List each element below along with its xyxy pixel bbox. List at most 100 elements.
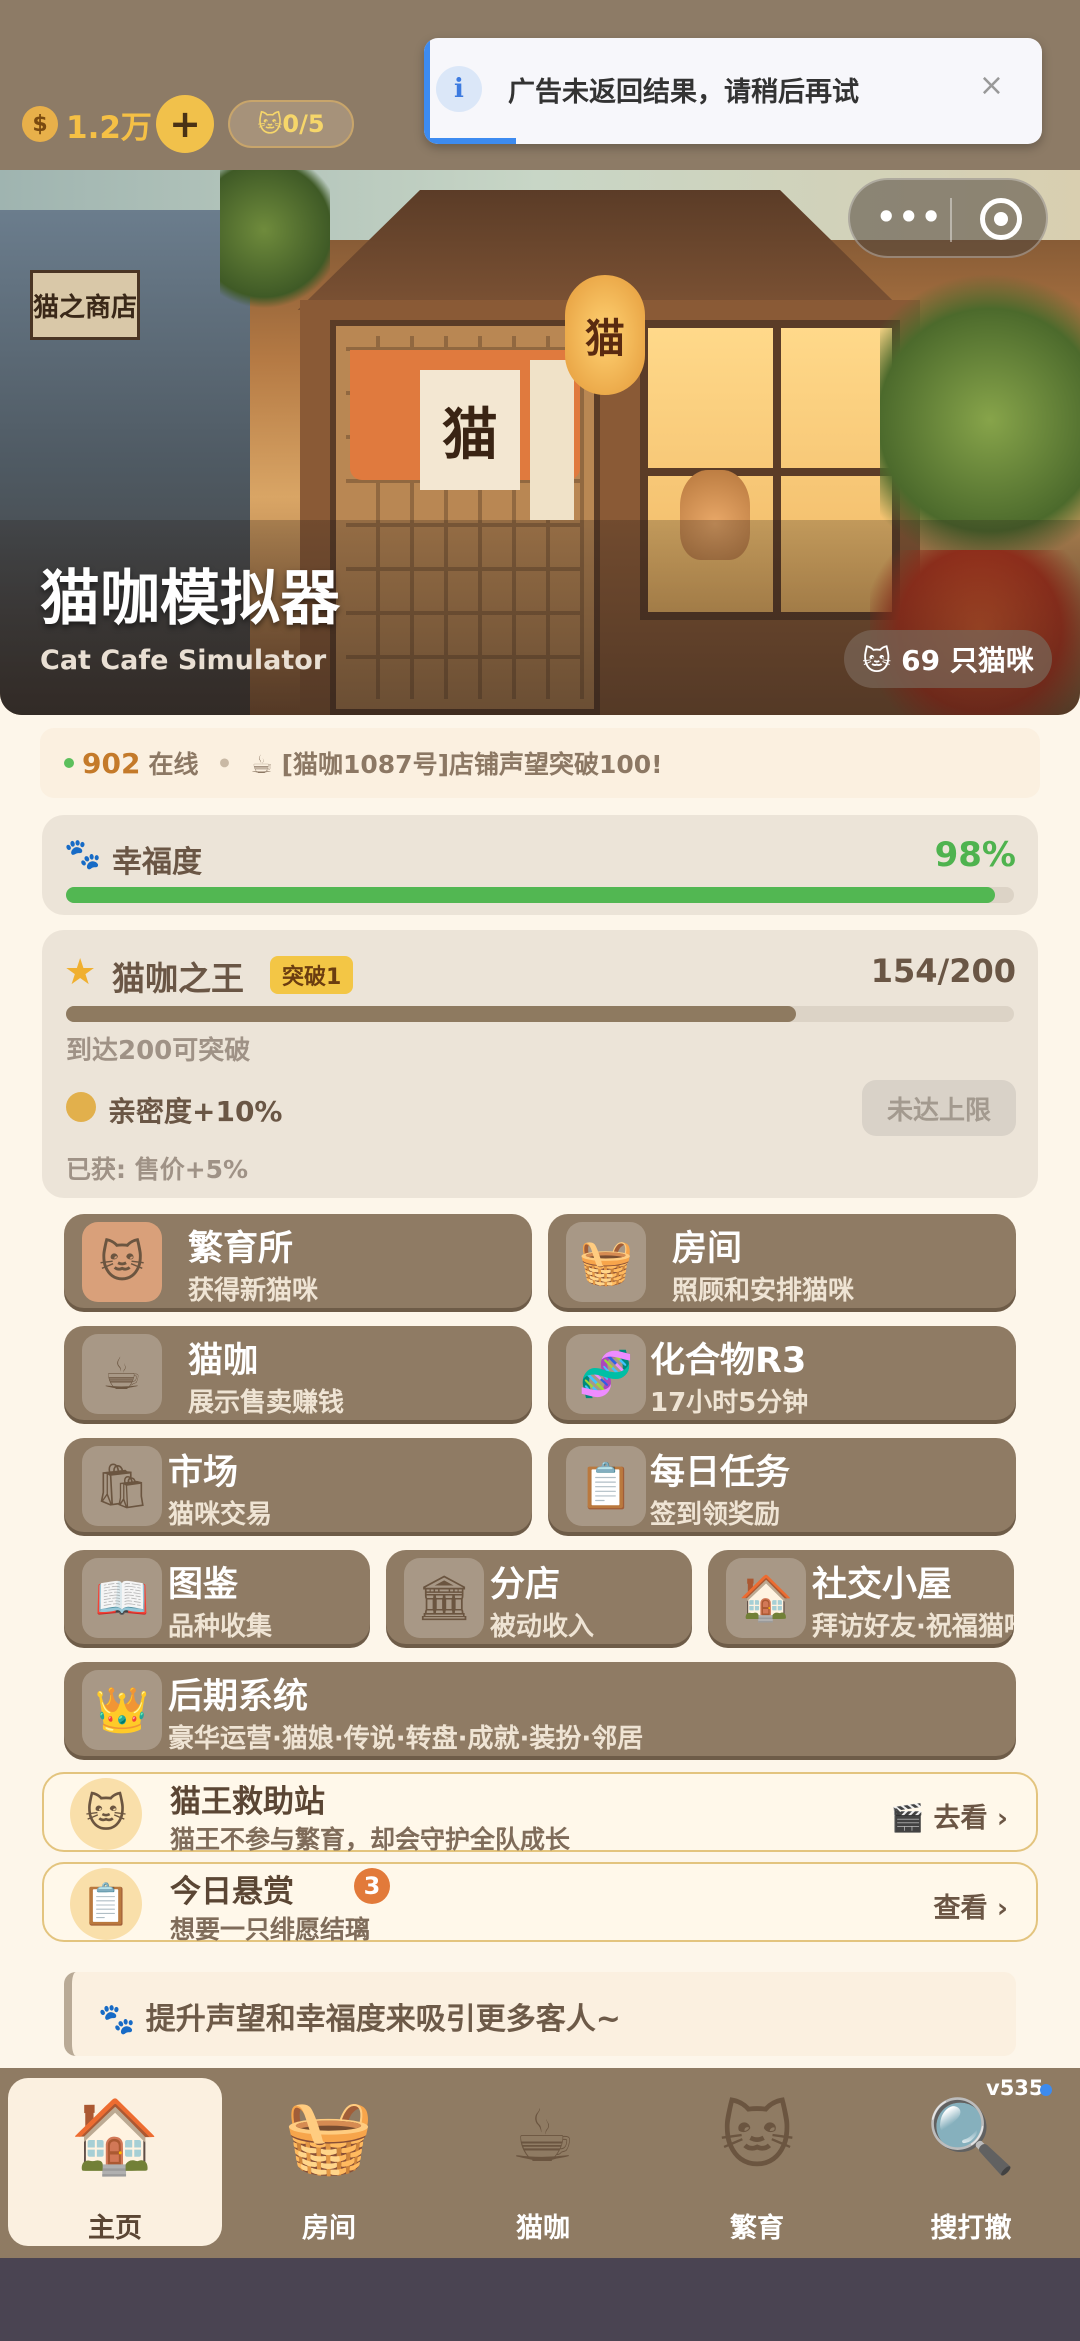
dna-icon: 🧬 bbox=[566, 1334, 646, 1414]
toast-progress bbox=[424, 138, 516, 144]
tab-breeding[interactable]: 🐱 繁育 bbox=[650, 2078, 864, 2246]
tile-subtitle: 豪华运营·猫娘·传说·转盘·成就·装扮·邻居 bbox=[168, 1724, 644, 1754]
tab-label: 房间 bbox=[302, 2213, 356, 2244]
tile-subtitle: 照顾和安排猫咪 bbox=[672, 1276, 855, 1306]
daily-bounty-row[interactable]: 📋 今日悬赏 3 想要一只绯愿结璃 查看 › bbox=[42, 1862, 1038, 1944]
close-target-icon[interactable] bbox=[980, 198, 1022, 240]
news-ticker: 902 在线 • ☕ [猫咖1087号]店铺声望突破100! bbox=[40, 728, 1040, 798]
more-icon[interactable]: ••• bbox=[876, 198, 943, 236]
breeding-cats-icon: 🐱 bbox=[82, 1222, 162, 1302]
tile-social-house[interactable]: 🏠 社交小屋 拜访好友·祝福猫咪 bbox=[708, 1550, 1014, 1644]
tab-room[interactable]: 🧺 房间 bbox=[222, 2078, 436, 2246]
online-dot-icon bbox=[64, 758, 74, 768]
version-label: v535 bbox=[986, 2076, 1044, 2100]
magnifier-icon: 🔍 bbox=[926, 2094, 1016, 2178]
home-icon: 🏠 bbox=[70, 2094, 160, 2178]
tab-label: 搜打撤 bbox=[930, 2213, 1012, 2244]
house-icon: 🏠 bbox=[726, 1558, 806, 1638]
tile-title: 市场 bbox=[168, 1453, 239, 1493]
close-icon[interactable]: × bbox=[979, 68, 1004, 103]
cat-cup-icon: ☕ bbox=[82, 1334, 162, 1414]
cat-face-icon: 🐱 bbox=[70, 1778, 142, 1850]
tab-search-raid[interactable]: 🔍 搜打撤 bbox=[864, 2078, 1078, 2246]
tile-subtitle: 展示售卖赚钱 bbox=[188, 1388, 345, 1418]
tile-title: 后期系统 bbox=[168, 1677, 309, 1717]
tile-compound[interactable]: 🧬 化合物R3 17小时5分钟 bbox=[548, 1326, 1016, 1420]
bounty-title: 今日悬赏 bbox=[170, 1874, 294, 1910]
tip-banner: 🐾 提升声望和幸福度来吸引更多客人~ bbox=[64, 1972, 1016, 2056]
building-icon: 🏛 bbox=[404, 1558, 484, 1638]
crown-icon: 👑 bbox=[82, 1670, 162, 1750]
tile-title: 每日任务 bbox=[650, 1453, 791, 1493]
happiness-value: 98% bbox=[934, 835, 1016, 875]
cat-bed-icon: 🧺 bbox=[284, 2094, 374, 2178]
cafe-king-bar bbox=[66, 1006, 1014, 1022]
tip-text: 🐾 提升声望和幸福度来吸引更多客人~ bbox=[98, 2002, 621, 2037]
cat-king-rescue-row[interactable]: 🐱 猫王救助站 猫王不参与繁育，却会守护全队成长 🎬 去看 › bbox=[42, 1772, 1038, 1854]
cafe-king-title: 猫咖之王 bbox=[112, 959, 244, 998]
tile-subtitle: 猫咪交易 bbox=[168, 1500, 273, 1530]
lantern-icon: 猫 bbox=[565, 275, 645, 395]
bottom-tab-bar: 🏠 主页 🧺 房间 ☕ 猫咖 🐱 繁育 🔍 搜打撤 bbox=[0, 2068, 1080, 2258]
toast-accent-bar bbox=[424, 38, 430, 144]
tile-collection[interactable]: 📖 图鉴 品种收集 bbox=[64, 1550, 370, 1644]
tab-label: 猫咖 bbox=[516, 2213, 570, 2244]
coin-display: $ 1.2万 bbox=[22, 100, 152, 148]
watch-ad-link[interactable]: 🎬 去看 › bbox=[890, 1796, 1008, 1835]
tab-label: 主页 bbox=[88, 2213, 142, 2244]
clipboard-icon: 📋 bbox=[70, 1868, 142, 1940]
mini-program-capsule: ••• bbox=[848, 178, 1048, 258]
breeding-cats-icon: 🐱 bbox=[719, 2094, 795, 2178]
tile-title: 分店 bbox=[490, 1565, 561, 1605]
version-dot bbox=[1040, 2084, 1052, 2096]
tile-subtitle: 获得新猫咪 bbox=[188, 1276, 319, 1306]
tile-subtitle: 17小时5分钟 bbox=[650, 1388, 809, 1418]
add-coins-button[interactable]: + bbox=[156, 95, 214, 153]
toast-notification: i 广告未返回结果，请稍后再试 × bbox=[424, 38, 1042, 144]
tile-daily-tasks[interactable]: 📋 每日任务 签到领奖励 bbox=[548, 1438, 1016, 1532]
shopping-bag-icon: 🛍 bbox=[82, 1446, 162, 1526]
tile-room[interactable]: 🧺 房间 照顾和安排猫咪 bbox=[548, 1214, 1016, 1308]
cafe-king-progress: 154/200 bbox=[870, 952, 1016, 990]
tile-breeding[interactable]: 🐱 繁育所 获得新猫咪 bbox=[64, 1214, 532, 1308]
shop-sign: 猫之商店 bbox=[30, 270, 140, 340]
cat-cup-icon: ☕ bbox=[510, 2094, 576, 2178]
tile-cafe[interactable]: ☕ 猫咖 展示售卖赚钱 bbox=[64, 1326, 532, 1420]
star-icon: ★ bbox=[64, 952, 97, 993]
view-bounty-link[interactable]: 查看 › bbox=[933, 1886, 1008, 1925]
tile-subtitle: 签到领奖励 bbox=[650, 1500, 781, 1530]
tab-label: 繁育 bbox=[730, 2213, 784, 2244]
bounty-count-badge: 3 bbox=[354, 1868, 390, 1904]
breakthrough-badge: 突破1 bbox=[270, 956, 354, 994]
happiness-bar-fill bbox=[66, 887, 996, 903]
happiness-panel: 🐾 幸福度 98% bbox=[42, 815, 1038, 915]
cat-total-badge: 🐱 69 只猫咪 bbox=[844, 630, 1052, 688]
tile-title: 繁育所 bbox=[188, 1229, 294, 1269]
tile-subtitle: 被动收入 bbox=[490, 1612, 595, 1642]
happiness-label: 幸福度 bbox=[112, 845, 202, 880]
online-count: 902 bbox=[82, 746, 141, 780]
tab-cafe[interactable]: ☕ 猫咖 bbox=[436, 2078, 650, 2246]
tile-late-game[interactable]: 👑 后期系统 豪华运营·猫娘·传说·转盘·成就·装扮·邻居 bbox=[64, 1662, 1016, 1756]
noren-sign: 猫 bbox=[420, 370, 520, 490]
ticker-news: ☕ [猫咖1087号]店铺声望突破100! bbox=[250, 750, 663, 779]
clipboard-icon: 📋 bbox=[566, 1446, 646, 1526]
page-title: 猫咖模拟器 bbox=[40, 564, 340, 634]
tile-branch[interactable]: 🏛 分店 被动收入 bbox=[386, 1550, 692, 1644]
cat-capacity-badge[interactable]: 🐱0/5 bbox=[228, 100, 354, 148]
hero-leaves-left bbox=[220, 170, 330, 320]
tile-subtitle: 拜访好友·祝福猫咪 bbox=[812, 1612, 1014, 1642]
tile-market[interactable]: 🛍 市场 猫咪交易 bbox=[64, 1438, 532, 1532]
tile-title: 社交小屋 bbox=[812, 1565, 953, 1605]
tab-home[interactable]: 🏠 主页 bbox=[8, 2078, 222, 2246]
breakthrough-button[interactable]: 未达上限 bbox=[862, 1080, 1016, 1136]
info-icon: i bbox=[436, 66, 482, 112]
breakthrough-hint: 到达200可突破 bbox=[66, 1036, 251, 1066]
system-bottom-strip bbox=[0, 2258, 1080, 2341]
coin-amount: 1.2万 bbox=[66, 109, 152, 146]
bounty-subtitle: 想要一只绯愿结璃 bbox=[170, 1915, 371, 1944]
paw-icon: 🐾 bbox=[64, 837, 102, 872]
online-label: 在线 bbox=[148, 750, 199, 779]
cat-bed-icon: 🧺 bbox=[566, 1222, 646, 1302]
tile-title: 猫咖 bbox=[188, 1341, 259, 1381]
